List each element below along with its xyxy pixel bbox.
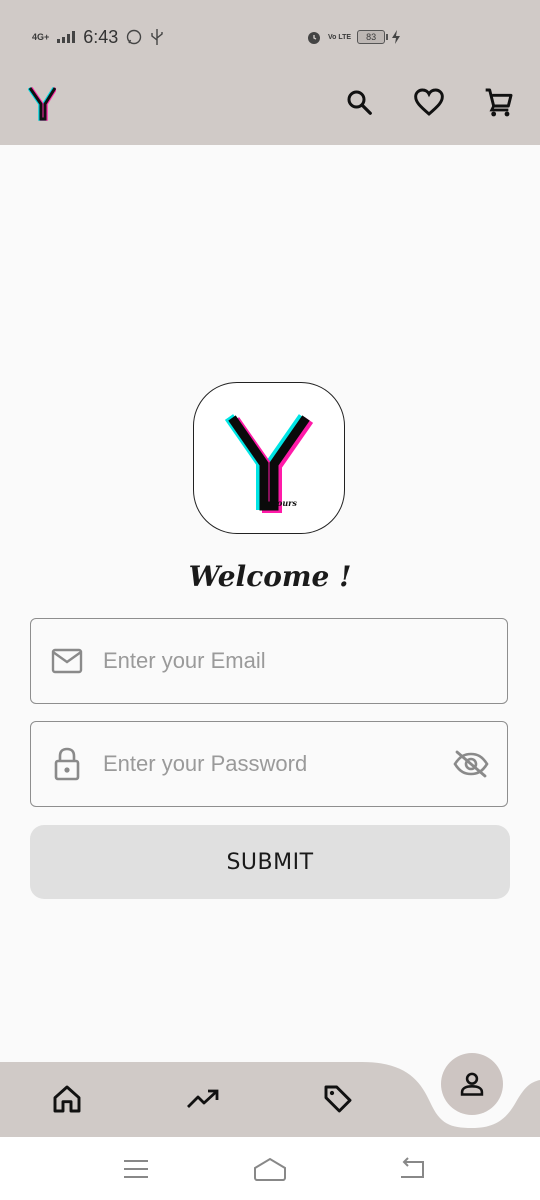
menu-icon[interactable] [116, 1155, 156, 1183]
email-input[interactable] [101, 647, 507, 675]
welcome-heading: Welcome ! [188, 560, 352, 593]
brand-logo: ours Y [193, 382, 345, 534]
visibility-off-icon[interactable] [451, 746, 491, 782]
brand-tagline: ours [277, 498, 297, 508]
mail-icon [49, 643, 85, 679]
password-input[interactable] [101, 750, 451, 778]
system-navigation-bar [0, 1137, 540, 1200]
search-icon[interactable] [342, 84, 376, 120]
tag-icon[interactable] [318, 1079, 358, 1119]
battery-level: 83 [366, 32, 377, 42]
status-bar-right: Vo LTE 83 [306, 26, 401, 48]
clock: 6:43 [83, 26, 119, 47]
usb-icon [151, 29, 164, 45]
trending-icon[interactable] [183, 1079, 223, 1119]
home-button-icon[interactable] [250, 1155, 290, 1183]
brand-logo-icon: ours [224, 413, 313, 513]
volte-indicator: Vo LTE [328, 33, 352, 41]
top-app-bar: 4G+ 6:43 Vo LTE 83 Y [0, 0, 540, 145]
submit-button[interactable]: SUBMIT [30, 825, 510, 899]
heart-icon[interactable] [412, 84, 446, 120]
whatsapp-icon [127, 29, 142, 45]
profile-icon[interactable] [441, 1053, 503, 1115]
network-indicator: 4G+ [32, 32, 50, 42]
battery-icon: 83 [357, 30, 389, 44]
lock-icon [49, 746, 85, 782]
signal-icon [57, 31, 76, 43]
email-field[interactable] [30, 618, 508, 704]
password-field[interactable] [30, 721, 508, 807]
charging-icon [392, 30, 401, 44]
cart-icon[interactable] [482, 84, 516, 120]
home-icon[interactable] [47, 1079, 87, 1119]
back-icon[interactable] [392, 1155, 432, 1183]
alarm-icon [308, 32, 320, 44]
header-actions [342, 84, 516, 120]
app-logo-icon[interactable] [28, 86, 56, 122]
status-bar-left: 4G+ 6:43 [32, 26, 164, 48]
